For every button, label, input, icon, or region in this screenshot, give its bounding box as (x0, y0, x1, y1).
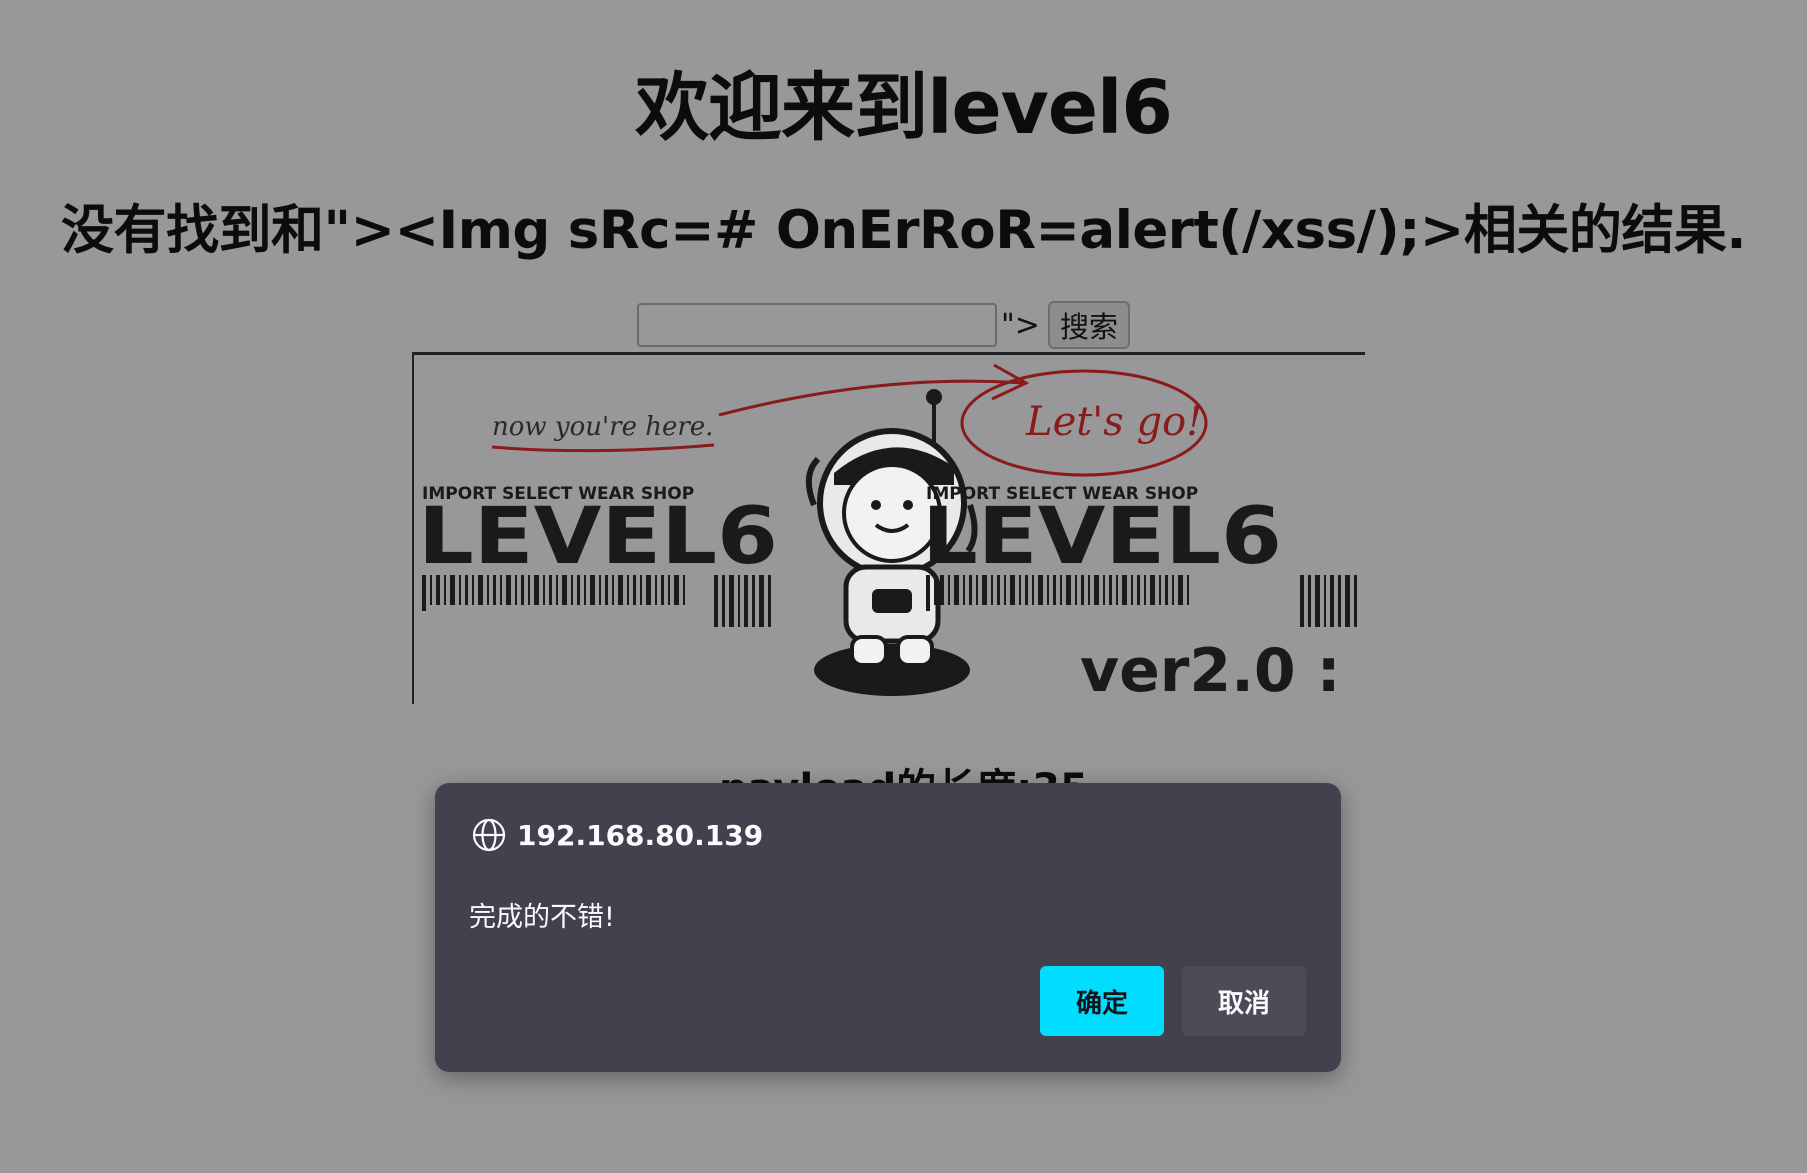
ok-button[interactable]: 确定 (1040, 966, 1164, 1036)
cancel-button[interactable]: 取消 (1182, 966, 1306, 1036)
alert-dialog: 192.168.80.139 完成的不错! 确定 取消 (435, 783, 1341, 1072)
dialog-actions: 确定 取消 (1040, 966, 1306, 1036)
dialog-host: 192.168.80.139 (517, 818, 764, 852)
globe-icon (472, 818, 506, 852)
dialog-message: 完成的不错! (469, 902, 615, 933)
dialog-header: 192.168.80.139 (471, 817, 763, 853)
